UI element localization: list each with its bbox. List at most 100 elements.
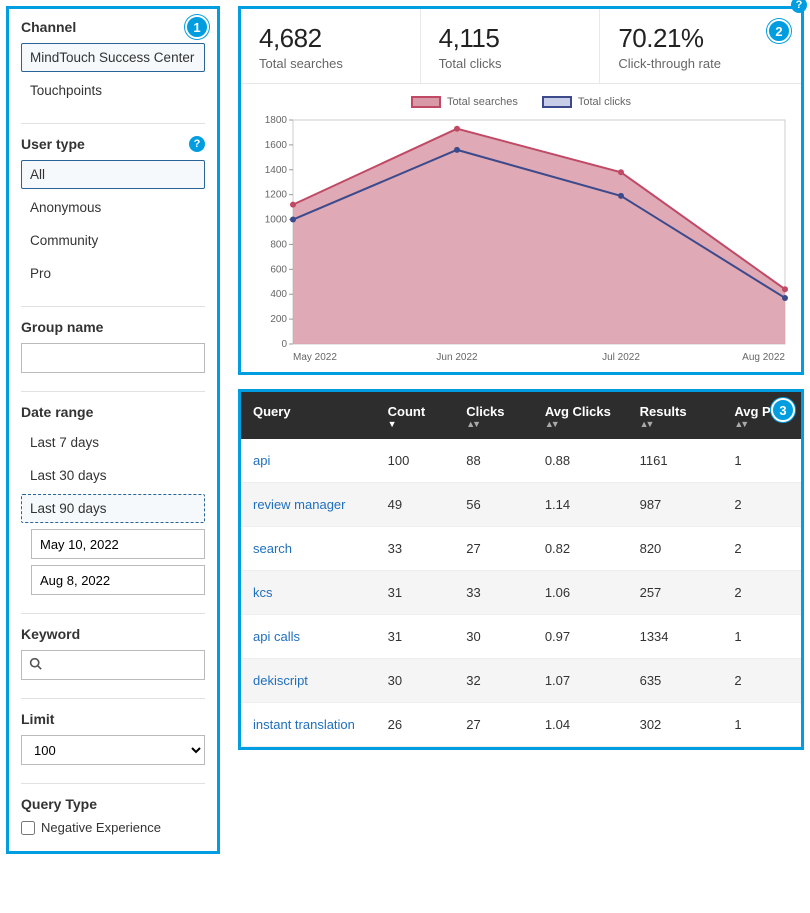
callout-badge-2: 2: [767, 19, 791, 43]
filter-option[interactable]: Pro: [21, 259, 205, 288]
query-cell[interactable]: api calls: [241, 615, 376, 659]
data-cell: 2: [722, 571, 801, 615]
filter-option[interactable]: Community: [21, 226, 205, 255]
svg-text:600: 600: [270, 264, 287, 275]
query-cell[interactable]: instant translation: [241, 703, 376, 747]
data-cell: 0.82: [533, 527, 628, 571]
column-header[interactable]: Count▼: [376, 392, 455, 439]
filter-option[interactable]: Last 90 days: [21, 494, 205, 523]
callout-badge-1: 1: [185, 15, 209, 39]
data-cell: 27: [454, 527, 533, 571]
data-cell: 32: [454, 659, 533, 703]
data-cell: 56: [454, 483, 533, 527]
date-range-section: Date range Last 7 days Last 30 days Last 9…: [21, 404, 205, 595]
filter-option[interactable]: All: [21, 160, 205, 189]
trend-chart: 020040060080010001200140016001800May 202…: [247, 114, 795, 364]
group-name-section: Group name: [21, 319, 205, 373]
svg-text:200: 200: [270, 314, 287, 325]
legend-swatch-icon: [542, 96, 572, 108]
help-icon[interactable]: ?: [189, 136, 205, 152]
svg-text:Jun 2022: Jun 2022: [436, 352, 478, 363]
limit-section: Limit 100: [21, 711, 205, 765]
date-from-input[interactable]: [31, 529, 205, 559]
divider: [21, 306, 205, 307]
query-link[interactable]: kcs: [253, 585, 273, 600]
data-cell: 31: [376, 571, 455, 615]
query-link[interactable]: dekiscript: [253, 673, 308, 688]
limit-label: Limit: [21, 711, 54, 727]
query-cell[interactable]: search: [241, 527, 376, 571]
query-link[interactable]: review manager: [253, 497, 346, 512]
table-row: instant translation26271.043021: [241, 703, 801, 747]
keyword-input[interactable]: [21, 650, 205, 680]
svg-text:1800: 1800: [265, 115, 288, 126]
column-header[interactable]: Clicks▲▼: [454, 392, 533, 439]
svg-text:Aug 2022: Aug 2022: [742, 352, 785, 363]
data-cell: 1: [722, 439, 801, 483]
table-row: kcs31331.062572: [241, 571, 801, 615]
column-header[interactable]: Avg Clicks▲▼: [533, 392, 628, 439]
column-header[interactable]: Results▲▼: [628, 392, 723, 439]
metric-label: Total searches: [259, 56, 402, 71]
filter-option[interactable]: Anonymous: [21, 193, 205, 222]
query-link[interactable]: search: [253, 541, 292, 556]
data-cell: 33: [454, 571, 533, 615]
svg-text:1000: 1000: [265, 215, 288, 226]
channel-section: Channel MindTouch Success CenterTouchpoi…: [21, 19, 205, 105]
data-cell: 100: [376, 439, 455, 483]
group-name-label: Group name: [21, 319, 103, 335]
filter-option[interactable]: Touchpoints: [21, 76, 205, 105]
data-cell: 1.04: [533, 703, 628, 747]
chart-legend: Total searches Total clicks: [247, 96, 795, 108]
svg-text:0: 0: [281, 339, 287, 350]
query-link[interactable]: api: [253, 453, 270, 468]
data-cell: 1.14: [533, 483, 628, 527]
column-header[interactable]: Query: [241, 392, 376, 439]
user-type-label: User type: [21, 136, 85, 152]
callout-badge-3: 3: [771, 398, 795, 422]
keyword-label: Keyword: [21, 626, 80, 642]
query-cell[interactable]: review manager: [241, 483, 376, 527]
table-scroll[interactable]: QueryCount▼Clicks▲▼Avg Clicks▲▼Results▲▼…: [241, 392, 801, 747]
table-row: api100880.8811611: [241, 439, 801, 483]
data-cell: 1.07: [533, 659, 628, 703]
data-cell: 1: [722, 615, 801, 659]
chart-area: Total searches Total clicks 020040060080…: [241, 84, 801, 372]
filter-option[interactable]: Last 7 days: [21, 428, 205, 457]
divider: [21, 123, 205, 124]
limit-select[interactable]: 100: [21, 735, 205, 765]
filter-option[interactable]: MindTouch Success Center: [21, 43, 205, 72]
query-cell[interactable]: dekiscript: [241, 659, 376, 703]
query-link[interactable]: instant translation: [253, 717, 355, 732]
data-cell: 49: [376, 483, 455, 527]
data-cell: 257: [628, 571, 723, 615]
legend-swatch-icon: [411, 96, 441, 108]
divider: [21, 698, 205, 699]
group-name-input[interactable]: [21, 343, 205, 373]
data-cell: 30: [376, 659, 455, 703]
data-cell: 88: [454, 439, 533, 483]
metric-ctr: 70.21% Click-through rate: [600, 9, 801, 83]
data-cell: 1161: [628, 439, 723, 483]
date-range-label: Date range: [21, 404, 93, 420]
svg-text:May 2022: May 2022: [293, 352, 337, 363]
metric-row: 4,682 Total searches 4,115 Total clicks …: [241, 9, 801, 84]
query-link[interactable]: api calls: [253, 629, 300, 644]
negative-experience-row[interactable]: Negative Experience: [21, 820, 205, 835]
divider: [21, 613, 205, 614]
query-table-panel: 3 QueryCount▼Clicks▲▼Avg Clicks▲▼Results…: [238, 389, 804, 750]
date-to-input[interactable]: [31, 565, 205, 595]
table-row: api calls31300.9713341: [241, 615, 801, 659]
negative-experience-label: Negative Experience: [41, 820, 161, 835]
data-cell: 1: [722, 703, 801, 747]
query-cell[interactable]: kcs: [241, 571, 376, 615]
legend-item-clicks: Total clicks: [542, 96, 631, 108]
negative-experience-checkbox[interactable]: [21, 821, 35, 835]
data-cell: 30: [454, 615, 533, 659]
filter-option[interactable]: Last 30 days: [21, 461, 205, 490]
data-cell: 820: [628, 527, 723, 571]
main-column: 2 4,682 Total searches 4,115 Total click…: [238, 6, 804, 854]
data-cell: 2: [722, 483, 801, 527]
data-cell: 2: [722, 659, 801, 703]
query-cell[interactable]: api: [241, 439, 376, 483]
